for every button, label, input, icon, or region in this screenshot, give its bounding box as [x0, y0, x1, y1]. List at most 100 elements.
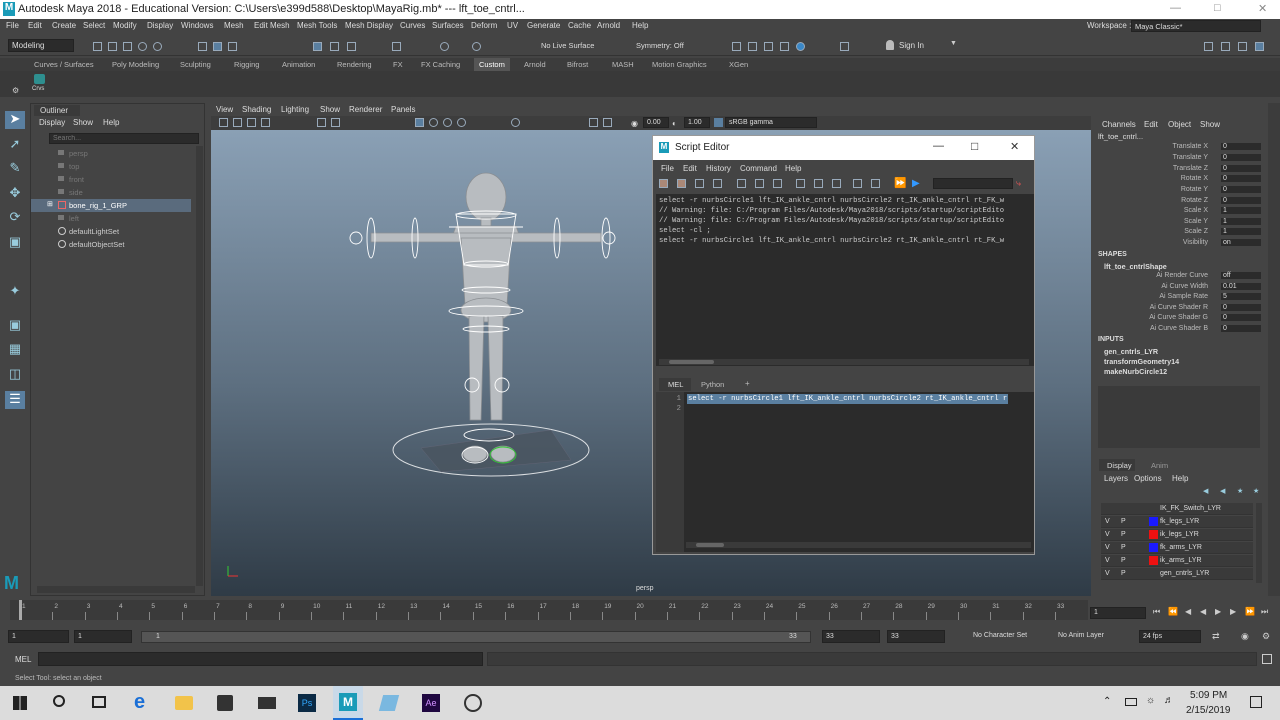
shape-attr-value[interactable]: off — [1221, 272, 1261, 279]
scale-tool-icon[interactable]: ▣ — [5, 234, 25, 252]
shelf-tab-custom[interactable]: Custom — [474, 58, 510, 71]
menu-help[interactable]: Help — [632, 21, 648, 30]
channel-row[interactable]: Visibility on — [1093, 239, 1263, 249]
grid-icon[interactable] — [317, 118, 326, 127]
windows-start-icon[interactable] — [13, 696, 27, 710]
se-history-panel[interactable]: select -r nurbsCircle1 lft_IK_ankle_cntr… — [656, 194, 1034, 366]
rotate-tool-icon[interactable]: ⟳ — [5, 209, 25, 227]
snap-point-icon[interactable] — [347, 42, 356, 51]
shape-attr-value[interactable]: 0 — [1221, 314, 1261, 321]
play-forward-icon[interactable]: ▶ — [1215, 607, 1221, 616]
shelf-tab-mash[interactable]: MASH — [612, 60, 634, 69]
image-plane-icon[interactable] — [261, 118, 270, 127]
channel-value[interactable]: 0 — [1221, 143, 1261, 150]
shelf-tab-xgen[interactable]: XGen — [729, 60, 748, 69]
layer-row[interactable]: V Pik_arms_LYR — [1101, 555, 1253, 567]
new-scene-icon[interactable] — [93, 42, 102, 51]
time-slider[interactable]: 1 2 3 4 5 6 7 8 9 10 11 12 13 14 15 16 17 18 19 20 21 22 23 24 2… — [0, 598, 1280, 624]
channel-row[interactable]: Rotate Y 0 — [1093, 186, 1263, 196]
search-icon[interactable] — [53, 695, 65, 707]
maximize-icon[interactable]: □ — [1214, 2, 1221, 14]
layer-row[interactable]: V Pfk_arms_LYR — [1101, 542, 1253, 554]
menu-select[interactable]: Select — [83, 21, 105, 30]
show-hidden-icons[interactable]: ⌃ — [1103, 696, 1111, 707]
film-gate-icon[interactable] — [331, 118, 340, 127]
start-time-field[interactable]: 1 — [8, 630, 69, 643]
shelf-tab-fx-caching[interactable]: FX Caching — [421, 60, 460, 69]
paint-select-tool-icon[interactable]: ✎ — [5, 160, 25, 178]
select-by-hierarchy-icon[interactable] — [198, 42, 207, 51]
hypershade-icon[interactable] — [796, 42, 805, 51]
layer-menu-options[interactable]: Options — [1134, 474, 1162, 483]
layer-color-swatch[interactable] — [1149, 543, 1158, 552]
shelf-tab-bifrost[interactable]: Bifrost — [567, 60, 588, 69]
outliner-item-top[interactable]: top — [31, 160, 191, 173]
menu-mesh[interactable]: Mesh — [224, 21, 244, 30]
mode-dropdown[interactable]: Modeling — [8, 39, 74, 52]
se-menu-history[interactable]: History — [706, 164, 731, 173]
wifi-icon[interactable]: ☼ — [1146, 695, 1155, 706]
se-clear-all-icon[interactable] — [832, 179, 841, 188]
anim-end-field[interactable]: 33 — [822, 630, 880, 643]
exposure-field[interactable]: 0.00 — [643, 117, 669, 128]
menu-modify[interactable]: Modify — [113, 21, 137, 30]
play-back-icon[interactable]: ◀ — [1200, 607, 1206, 616]
se-save-icon[interactable] — [695, 179, 704, 188]
color-space-dropdown[interactable]: sRGB gamma — [725, 117, 817, 128]
layer-menu-help[interactable]: Help — [1172, 474, 1188, 483]
se-history-scrollbar[interactable] — [659, 359, 1029, 365]
se-menu-file[interactable]: File — [661, 164, 674, 173]
input-node[interactable]: makeNurbCircle12 — [1104, 367, 1167, 376]
channel-row[interactable]: Translate Z 0 — [1093, 165, 1263, 175]
outliner-menu-help[interactable]: Help — [103, 118, 119, 127]
shadows-icon[interactable] — [511, 118, 520, 127]
wireframe-icon[interactable] — [415, 118, 424, 127]
menu-arnold[interactable]: Arnold — [597, 21, 620, 30]
channel-row[interactable]: Scale Z 1 — [1093, 228, 1263, 238]
preferences-icon[interactable]: ⚙ — [1262, 631, 1270, 642]
se-open-icon[interactable] — [659, 179, 668, 188]
layer-name[interactable]: ik_arms_LYR — [1160, 557, 1202, 564]
pause-icon[interactable] — [840, 42, 849, 51]
layer-move-down-icon[interactable]: ◀ — [1220, 487, 1225, 495]
shelf-tab-sculpting[interactable]: Sculpting — [180, 60, 211, 69]
goto-end-icon[interactable]: ⏭ — [1261, 607, 1268, 617]
menu-generate[interactable]: Generate — [527, 21, 560, 30]
menu-file[interactable]: File — [6, 21, 19, 30]
step-forward-frame-icon[interactable]: ▶ — [1230, 607, 1236, 616]
shape-attr-value[interactable]: 5 — [1221, 293, 1261, 300]
bookmark-icon[interactable] — [247, 118, 256, 127]
channel-row[interactable]: Translate X 0 — [1093, 143, 1263, 153]
store-icon[interactable] — [217, 695, 233, 711]
layer-row[interactable]: V Pik_legs_LYR — [1101, 529, 1253, 541]
layer-name[interactable]: gen_cntrls_LYR — [1160, 570, 1209, 577]
xray-icon[interactable] — [603, 118, 612, 127]
shelf-tab-animation[interactable]: Animation — [282, 60, 315, 69]
outliner-horizontal-scrollbar[interactable] — [37, 586, 195, 593]
channel-value[interactable]: 0 — [1221, 175, 1261, 182]
se-clear-input-icon[interactable] — [814, 179, 823, 188]
outliner-item-bone-rig[interactable]: ⊞ bone_rig_1_GRP — [31, 199, 191, 212]
se-line-numbers-icon[interactable] — [755, 179, 764, 188]
se-execute-icon[interactable]: ▶ — [912, 178, 920, 189]
se-show-history-icon[interactable] — [853, 179, 862, 188]
command-language-toggle[interactable]: MEL — [15, 655, 31, 664]
se-source-icon[interactable] — [677, 179, 686, 188]
layer-row[interactable]: IK_FK_Switch_LYR — [1101, 503, 1253, 515]
se-save-shelf-icon[interactable] — [713, 179, 722, 188]
menu-create[interactable]: Create — [52, 21, 76, 30]
chevron-down-icon[interactable]: ▼ — [950, 40, 957, 47]
se-tab-mel[interactable]: MEL — [659, 378, 691, 391]
layer-name[interactable]: ik_legs_LYR — [1160, 531, 1199, 538]
se-execute-all-icon[interactable]: ⏩ — [894, 178, 906, 189]
se-show-input-icon[interactable] — [871, 179, 880, 188]
notepad-icon[interactable] — [378, 695, 400, 711]
shape-attr-row[interactable]: Ai Curve Shader R 0 — [1093, 304, 1263, 314]
clock-time[interactable]: 5:09 PM — [1190, 690, 1227, 701]
channels-menu-show[interactable]: Show — [1200, 120, 1220, 129]
se-maximize-icon[interactable]: □ — [971, 139, 978, 153]
live-surface-label[interactable]: No Live Surface — [541, 41, 594, 50]
step-forward-key-icon[interactable]: ⏩ — [1245, 607, 1255, 616]
menu-mesh-tools[interactable]: Mesh Tools — [297, 21, 337, 30]
camera-attributes-icon[interactable] — [233, 118, 242, 127]
